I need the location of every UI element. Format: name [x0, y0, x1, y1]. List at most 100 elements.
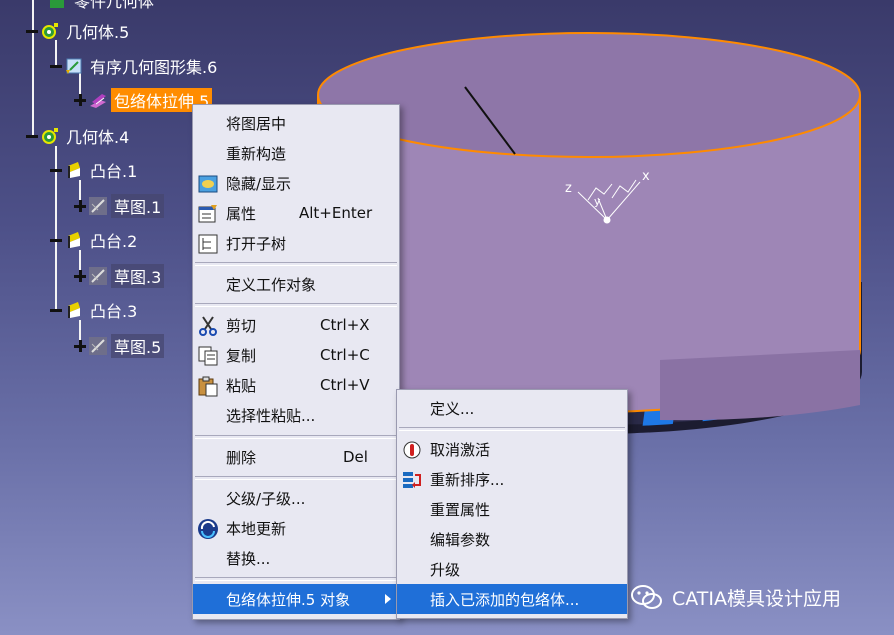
tree-node-pad1[interactable]: 凸台.1: [50, 158, 140, 182]
menu-item-define-in-work-object[interactable]: 定义工作对象: [193, 269, 399, 299]
menu-label: 重新排序...: [430, 470, 505, 489]
properties-icon: [198, 205, 217, 223]
collapse-toggle-icon[interactable]: [50, 304, 62, 316]
menu-shortcut: Ctrl+C: [320, 346, 370, 364]
object-submenu: 定义... 取消激活 重新排序... 重置属性 编辑参数 升级 插入已添加的包络…: [396, 389, 628, 619]
menu-label: 取消激活: [430, 440, 491, 459]
menu-label: 插入已添加的包络体...: [430, 590, 580, 609]
context-menu: 将图居中 重新构造 隐藏/显示 属性 Alt+Enter 打开子树 定义工作对象…: [192, 104, 400, 620]
menu-item-paste-special[interactable]: 选择性粘贴...: [193, 400, 399, 430]
tree-label-body5: 几何体.5: [66, 23, 130, 42]
menu-label: 替换...: [226, 549, 271, 568]
menu-item-parents-children[interactable]: 父级/子级...: [193, 483, 399, 513]
collapse-toggle-icon[interactable]: [26, 130, 38, 142]
paste-icon: [198, 376, 218, 397]
menu-separator: [195, 262, 397, 266]
tree-node-sketch5[interactable]: 草图.5: [74, 334, 165, 358]
submenu-item-edit-parameters[interactable]: 编辑参数: [397, 524, 627, 554]
menu-item-local-update[interactable]: 本地更新: [193, 513, 399, 543]
menu-item-object-submenu[interactable]: 包络体拉伸.5 对象: [193, 584, 399, 614]
menu-separator: [195, 435, 397, 439]
menu-label: 包络体拉伸.5 对象: [226, 590, 351, 609]
expand-toggle-icon[interactable]: [74, 340, 86, 352]
collapse-toggle-icon[interactable]: [50, 60, 62, 72]
part-body-icon: [50, 0, 64, 8]
menu-label: 删除: [226, 448, 257, 467]
menu-shortcut: Del: [343, 448, 368, 466]
tree-node-pad2[interactable]: 凸台.2: [50, 228, 140, 252]
subtree-icon: [198, 234, 218, 254]
tree-node-partial[interactable]: 零件几何体: [48, 0, 157, 12]
body-gear-icon: [42, 128, 58, 144]
menu-label: 选择性粘贴...: [226, 406, 316, 425]
sketch-icon: [89, 197, 107, 215]
tree-label-partial: 零件几何体: [74, 0, 155, 11]
tree-node-body5[interactable]: 几何体.5: [26, 19, 132, 43]
sketch-icon: [89, 337, 107, 355]
menu-label: 定义工作对象: [226, 275, 317, 294]
scissors-icon: [199, 316, 217, 336]
pad-icon: [68, 302, 80, 318]
body-gear-icon: [42, 23, 58, 39]
submenu-item-reorder[interactable]: 重新排序...: [397, 464, 627, 494]
submenu-item-deactivate[interactable]: 取消激活: [397, 434, 627, 464]
menu-item-hide-show[interactable]: 隐藏/显示: [193, 168, 399, 198]
tree-node-sketch1[interactable]: 草图.1: [74, 194, 165, 218]
tree-node-sketch3[interactable]: 草图.3: [74, 264, 165, 288]
tree-label-sketch1: 草图.1: [111, 194, 165, 218]
menu-item-center-graph[interactable]: 将图居中: [193, 108, 399, 138]
menu-item-copy[interactable]: 复制 Ctrl+C: [193, 340, 399, 370]
sketch-icon: [89, 267, 107, 285]
deactivate-icon: [403, 441, 421, 459]
tree-node-body4[interactable]: 几何体.4: [26, 124, 132, 148]
tree-label-pad1: 凸台.1: [90, 162, 138, 181]
menu-label: 重新构造: [226, 144, 287, 163]
tree-label-sketch5: 草图.5: [111, 334, 165, 358]
menu-separator: [399, 427, 625, 431]
menu-separator: [195, 303, 397, 307]
menu-label: 复制: [226, 346, 257, 365]
expand-toggle-icon[interactable]: [74, 270, 86, 282]
pad-icon: [68, 232, 80, 248]
menu-item-properties[interactable]: 属性 Alt+Enter: [193, 198, 399, 228]
pad-icon: [68, 162, 80, 178]
tree-node-pad3[interactable]: 凸台.3: [50, 298, 140, 322]
menu-item-open-subtree[interactable]: 打开子树: [193, 228, 399, 258]
watermark: CATIA模具设计应用: [630, 580, 841, 614]
tree-label-pad3: 凸台.3: [90, 302, 138, 321]
menu-label: 将图居中: [226, 114, 287, 133]
menu-label: 升级: [430, 560, 461, 579]
menu-shortcut: Ctrl+X: [320, 316, 370, 334]
local-update-icon: [198, 519, 218, 539]
menu-item-replace[interactable]: 替换...: [193, 543, 399, 573]
menu-shortcut: Alt+Enter: [299, 204, 373, 222]
menu-label: 编辑参数: [430, 530, 491, 549]
submenu-item-upgrade[interactable]: 升级: [397, 554, 627, 584]
expand-toggle-icon[interactable]: [74, 200, 86, 212]
submenu-item-reset-properties[interactable]: 重置属性: [397, 494, 627, 524]
tree-label-geoset6: 有序几何图形集.6: [90, 58, 218, 77]
menu-item-delete[interactable]: 删除 Del: [193, 442, 399, 472]
copy-icon: [198, 346, 218, 366]
tree-label-body4: 几何体.4: [66, 128, 130, 147]
menu-label: 父级/子级...: [226, 489, 306, 508]
tree-label-pad2: 凸台.2: [90, 232, 138, 251]
expand-toggle-icon[interactable]: [74, 94, 86, 106]
submenu-item-insert-added-envelope[interactable]: 插入已添加的包络体...: [397, 584, 627, 614]
submenu-arrow-icon: [385, 594, 391, 604]
collapse-toggle-icon[interactable]: [26, 25, 38, 37]
tree-node-geoset6[interactable]: 有序几何图形集.6: [50, 54, 220, 78]
menu-label: 打开子树: [226, 234, 287, 253]
collapse-toggle-icon[interactable]: [50, 234, 62, 246]
wechat-icon: [631, 585, 662, 609]
collapse-toggle-icon[interactable]: [50, 164, 62, 176]
menu-label: 隐藏/显示: [226, 174, 292, 193]
menu-item-paste[interactable]: 粘贴 Ctrl+V: [193, 370, 399, 400]
menu-separator: [195, 476, 397, 480]
ordered-geometrical-set-icon: [66, 58, 82, 74]
menu-item-reframe[interactable]: 重新构造: [193, 138, 399, 168]
menu-item-cut[interactable]: 剪切 Ctrl+X: [193, 310, 399, 340]
submenu-item-define[interactable]: 定义...: [397, 393, 627, 423]
menu-label: 剪切: [226, 316, 257, 335]
menu-label: 重置属性: [430, 500, 491, 519]
